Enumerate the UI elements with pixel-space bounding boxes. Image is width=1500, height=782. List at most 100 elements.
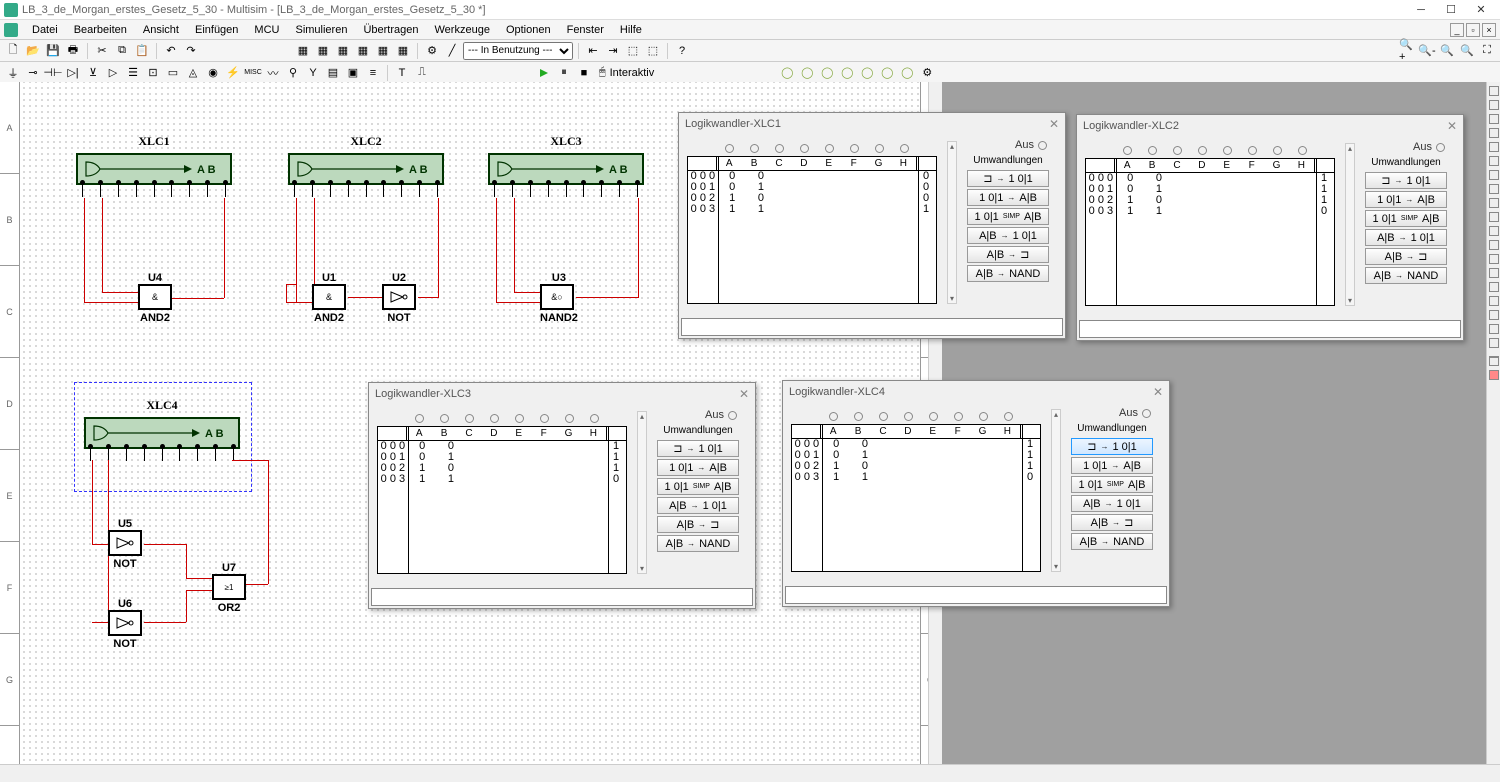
palette-instrument-icon[interactable] <box>1489 338 1499 348</box>
comp-rf-icon[interactable]: 〰 <box>264 64 282 82</box>
place-bus-icon[interactable]: ⎍ <box>413 64 431 82</box>
menu-hilfe[interactable]: Hilfe <box>612 22 650 38</box>
gate-u1[interactable]: U1 & AND2 <box>312 272 346 324</box>
input-ring-icon[interactable] <box>900 144 909 153</box>
comp-bus-icon[interactable]: ≡ <box>364 64 382 82</box>
palette-instrument-icon[interactable] <box>1489 296 1499 306</box>
input-ring-icon[interactable] <box>465 414 474 423</box>
palette-instrument-icon[interactable] <box>1489 170 1499 180</box>
input-ring-icon[interactable] <box>879 412 888 421</box>
comp-indicator-icon[interactable]: ◉ <box>204 64 222 82</box>
dialog-titlebar[interactable]: Logikwandler-XLC1✕ <box>679 113 1065 135</box>
input-ring-icon[interactable] <box>829 412 838 421</box>
comp-ic-icon[interactable]: ☰ <box>124 64 142 82</box>
convert-button[interactable]: 1 0|1SIMPA|B <box>657 478 739 495</box>
xlc4-block[interactable]: XLC4 A B <box>84 398 240 461</box>
open-file-button[interactable]: 📂 <box>24 42 42 60</box>
expression-field[interactable] <box>1079 320 1461 338</box>
menu-mcu[interactable]: MCU <box>246 22 287 38</box>
stop-button[interactable]: ■ <box>575 64 593 82</box>
convert-button[interactable]: 1 0|1→A|B <box>1071 457 1153 474</box>
palette-instrument-icon[interactable] <box>1489 254 1499 264</box>
convert-button[interactable]: A|B→1 0|1 <box>1365 229 1447 246</box>
grid-button-3[interactable]: ▦ <box>334 42 352 60</box>
nav-button-4[interactable]: ⬚ <box>644 42 662 60</box>
comp-em-icon[interactable]: ⚲ <box>284 64 302 82</box>
cut-button[interactable]: ✂ <box>93 42 111 60</box>
gate-u3[interactable]: U3 &○ NAND2 <box>540 272 578 324</box>
dialog-Logikwandler-XLC3[interactable]: Logikwandler-XLC3✕ Aus ABCDEFGH 0 0 0001… <box>368 382 756 609</box>
input-ring-icon[interactable] <box>540 414 549 423</box>
convert-button[interactable]: 1 0|1→A|B <box>967 189 1049 206</box>
expression-field[interactable] <box>785 586 1167 604</box>
paste-button[interactable]: 📋 <box>133 42 151 60</box>
truth-table-scrollbar[interactable]: ▴▾ <box>1345 143 1355 306</box>
palette-instrument-icon[interactable] <box>1489 128 1499 138</box>
mdi-minimize-button[interactable]: _ <box>1450 23 1464 37</box>
grid-button-1[interactable]: ▦ <box>294 42 312 60</box>
palette-instrument-icon[interactable] <box>1489 356 1499 366</box>
input-ring-icon[interactable] <box>875 144 884 153</box>
comp-connector-icon[interactable]: Y <box>304 64 322 82</box>
comp-ground-icon[interactable]: ⏚ <box>4 64 22 82</box>
palette-instrument-icon[interactable] <box>1489 142 1499 152</box>
gate-u2[interactable]: U2 NOT <box>382 272 416 324</box>
input-ring-icon[interactable] <box>515 414 524 423</box>
wire-button[interactable]: ╱ <box>443 42 461 60</box>
truth-table-scrollbar[interactable]: ▴▾ <box>637 411 647 574</box>
input-ring-icon[interactable] <box>979 412 988 421</box>
expression-field[interactable] <box>371 588 753 606</box>
palette-instrument-icon[interactable] <box>1489 310 1499 320</box>
input-ring-icon[interactable] <box>1273 146 1282 155</box>
input-ring-icon[interactable] <box>1148 146 1157 155</box>
convert-button[interactable]: A|B→1 0|1 <box>1071 495 1153 512</box>
xlc3-block[interactable]: XLC3 A B <box>488 134 644 197</box>
convert-button[interactable]: A|B→1 0|1 <box>967 227 1049 244</box>
usage-dropdown[interactable]: --- In Benutzung --- <box>463 42 573 60</box>
copy-button[interactable]: ⧉ <box>113 42 131 60</box>
place-text-icon[interactable]: T <box>393 64 411 82</box>
convert-button[interactable]: A|B→⊐ <box>967 246 1049 263</box>
convert-button[interactable]: A|B→1 0|1 <box>657 497 739 514</box>
comp-cmos-icon[interactable]: ⊡ <box>144 64 162 82</box>
palette-instrument-icon[interactable] <box>1489 184 1499 194</box>
input-ring-icon[interactable] <box>1173 146 1182 155</box>
probe-button-7[interactable]: ◯ <box>898 64 916 82</box>
input-ring-icon[interactable] <box>415 414 424 423</box>
save-button[interactable]: 💾 <box>44 42 62 60</box>
input-ring-icon[interactable] <box>775 144 784 153</box>
comp-mcu-icon[interactable]: ▤ <box>324 64 342 82</box>
interactive-toggle[interactable]: 🖱 Interaktiv <box>599 66 654 79</box>
grid-button-2[interactable]: ▦ <box>314 42 332 60</box>
component-button[interactable]: ⚙ <box>423 42 441 60</box>
help-button[interactable]: ? <box>673 42 691 60</box>
comp-misc-icon[interactable]: MISC <box>244 64 262 82</box>
gate-u5[interactable]: U5 NOT <box>108 518 142 570</box>
window-close-button[interactable]: ✕ <box>1466 1 1496 19</box>
convert-button[interactable]: A|B→NAND <box>1071 533 1153 550</box>
palette-instrument-icon[interactable] <box>1489 156 1499 166</box>
window-minimize-button[interactable]: ─ <box>1406 1 1436 19</box>
probe-button-3[interactable]: ◯ <box>818 64 836 82</box>
pause-button[interactable]: ⏸ <box>555 64 573 82</box>
palette-instrument-icon[interactable] <box>1489 198 1499 208</box>
expression-field[interactable] <box>681 318 1063 336</box>
nav-button-3[interactable]: ⬚ <box>624 42 642 60</box>
input-ring-icon[interactable] <box>1223 146 1232 155</box>
menu-werkzeuge[interactable]: Werkzeuge <box>427 22 498 38</box>
convert-button[interactable]: 1 0|1→A|B <box>657 459 739 476</box>
convert-button[interactable]: A|B→NAND <box>967 265 1049 282</box>
comp-capacitor-icon[interactable]: ⊣⊢ <box>44 64 62 82</box>
menu-ansicht[interactable]: Ansicht <box>135 22 187 38</box>
comp-diode-icon[interactable]: ▷| <box>64 64 82 82</box>
dialog-Logikwandler-XLC1[interactable]: Logikwandler-XLC1✕ Aus ABCDEFGH 0 0 0000… <box>678 112 1066 339</box>
convert-button[interactable]: 1 0|1SIMPA|B <box>1365 210 1447 227</box>
menu-optionen[interactable]: Optionen <box>498 22 559 38</box>
input-ring-icon[interactable] <box>1248 146 1257 155</box>
convert-button[interactable]: ⊐→1 0|1 <box>1071 438 1153 455</box>
gate-u7[interactable]: U7 ≥1 OR2 <box>212 562 246 614</box>
grid-button-6[interactable]: ▦ <box>394 42 412 60</box>
dialog-Logikwandler-XLC4[interactable]: Logikwandler-XLC4✕ Aus ABCDEFGH 0 0 0001… <box>782 380 1170 607</box>
probe-button-4[interactable]: ◯ <box>838 64 856 82</box>
menu-bearbeiten[interactable]: Bearbeiten <box>66 22 135 38</box>
